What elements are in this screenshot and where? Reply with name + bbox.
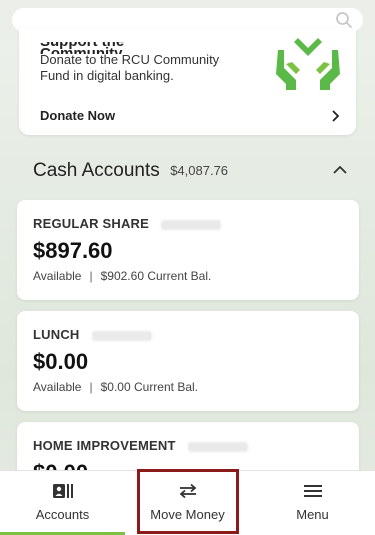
chevron-up-icon[interactable] — [333, 165, 347, 175]
account-name: LUNCH — [33, 327, 80, 342]
nav-item-menu[interactable]: Menu — [250, 471, 375, 535]
account-name-row: HOME IMPROVEMENT — [33, 438, 248, 453]
masked-account-number — [187, 441, 248, 452]
section-title: Cash Accounts — [33, 160, 160, 181]
current-balance: $0.00 Current Bal. — [100, 380, 198, 394]
donate-card: Support the Community Donate to the RCU … — [19, 28, 356, 135]
available-label: Available — [33, 269, 82, 283]
masked-account-number — [91, 330, 152, 341]
masked-account-number — [161, 219, 221, 230]
nav-label: Menu — [296, 507, 329, 522]
account-name: HOME IMPROVEMENT — [33, 438, 176, 453]
account-balance: $0.00 — [33, 349, 89, 374]
available-label: Available — [33, 380, 82, 394]
section-total: $4,087.76 — [170, 163, 229, 179]
chevron-right-icon — [332, 110, 340, 122]
move-money-highlight-box — [137, 469, 239, 534]
search-icon[interactable] — [335, 11, 353, 29]
account-subtext: Available | $902.60 Current Bal. — [33, 269, 211, 283]
hamburger-menu-icon — [303, 485, 322, 497]
charity-hands-heart-icon — [276, 38, 340, 90]
current-balance: $902.60 Current Bal. — [100, 269, 212, 283]
account-name-row: LUNCH — [33, 327, 152, 342]
donate-now-label: Donate Now — [40, 108, 116, 123]
account-name-row: REGULAR SHARE — [33, 216, 221, 231]
accounts-card-icon — [52, 484, 73, 498]
account-card[interactable]: REGULAR SHARE $897.60 Available | $902.60 … — [17, 200, 359, 300]
account-name: REGULAR SHARE — [33, 216, 149, 231]
separator: | — [89, 269, 93, 283]
nav-item-accounts[interactable]: Accounts — [0, 471, 125, 535]
nav-label: Accounts — [35, 507, 90, 522]
cash-accounts-header[interactable]: Cash Accounts $4,087.76 — [33, 158, 353, 184]
separator: | — [89, 380, 93, 394]
donate-description: Donate to the RCU Community Fund in digi… — [40, 52, 220, 83]
account-subtext: Available | $0.00 Current Bal. — [33, 380, 198, 394]
account-card[interactable]: LUNCH $0.00 Available | $0.00 Current Bal. — [17, 311, 359, 411]
account-balance: $897.60 — [33, 238, 113, 263]
donate-now-link[interactable]: Donate Now — [40, 107, 340, 125]
